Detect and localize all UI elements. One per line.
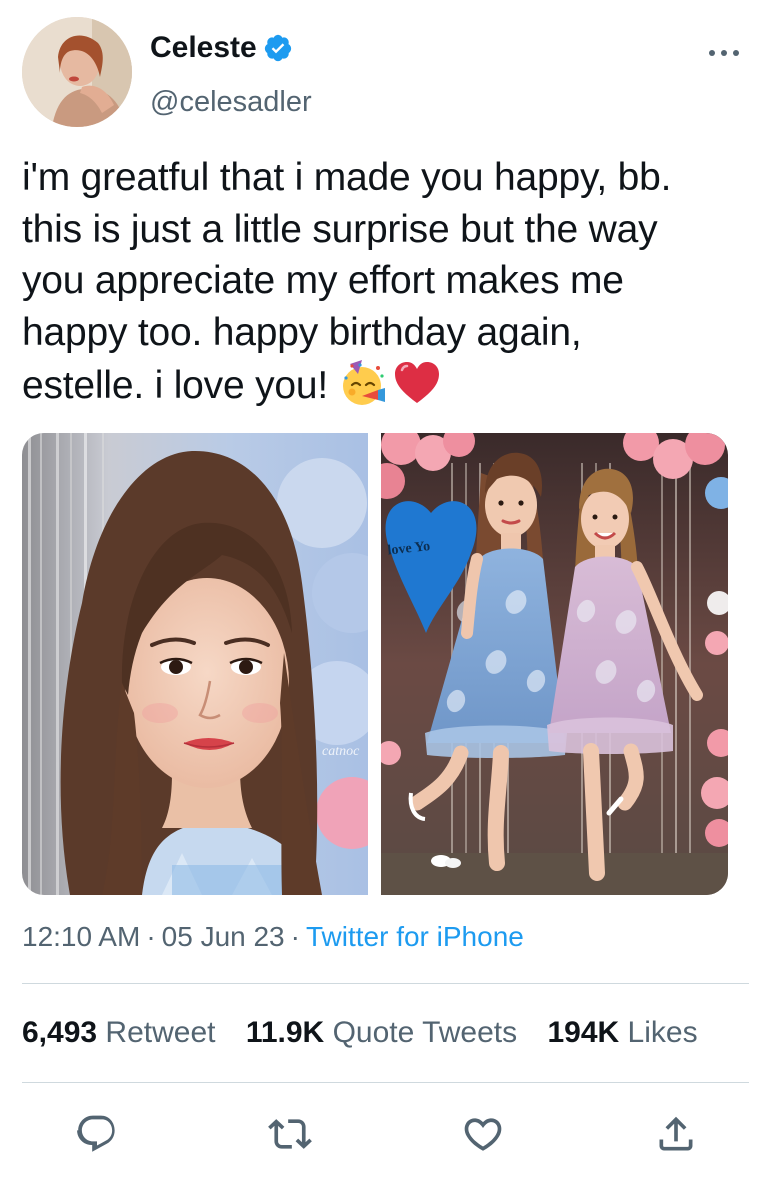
red-heart-emoji-icon [392, 358, 442, 408]
retweets-label: Retweet [105, 1016, 216, 1049]
tweet: Celeste @celesadler i'm greatful that i … [0, 0, 771, 1200]
emoji-row [338, 358, 442, 408]
tweet-source-link[interactable]: Twitter for iPhone [306, 921, 524, 952]
meta-separator: · [146, 921, 156, 952]
verified-badge-icon [263, 33, 293, 63]
retweets-stat[interactable]: 6,493 Retweet [22, 1016, 215, 1049]
reply-icon[interactable] [75, 1112, 119, 1156]
more-options-icon[interactable] [702, 38, 746, 68]
tweet-time[interactable]: 12:10 AM [22, 921, 140, 952]
watermark: catnoc [322, 744, 360, 759]
avatar[interactable] [22, 17, 132, 127]
divider [22, 983, 749, 984]
meta-separator: · [290, 921, 300, 952]
avatar-image [22, 17, 132, 127]
tweet-text-line: this is just a little surprise but the w… [22, 207, 658, 251]
likes-stat[interactable]: 194K Likes [547, 1016, 697, 1049]
tweet-stats: 6,493 Retweet 11.9K Quote Tweets 194K Li… [22, 1013, 720, 1053]
quotes-count: 11.9K [245, 1016, 325, 1049]
tweet-text-line: happy too. happy birthday again, [22, 310, 582, 354]
author-name-row[interactable]: Celeste [150, 28, 293, 68]
tweet-text: i'm greatful that i made you happy, bb. … [22, 152, 762, 412]
tweet-text-line-last: estelle. i love you! [22, 358, 762, 412]
retweet-icon[interactable] [268, 1112, 312, 1156]
likes-count: 194K [547, 1016, 620, 1049]
tweet-text-line: you appreciate my effort makes me [22, 259, 624, 302]
display-name[interactable]: Celeste [150, 28, 257, 68]
quotes-stat[interactable]: 11.9K Quote Tweets [246, 1016, 517, 1049]
like-icon[interactable] [461, 1112, 505, 1156]
handle[interactable]: @celesadler [150, 82, 312, 122]
share-icon[interactable] [654, 1112, 698, 1156]
tweet-meta: 12:10 AM · 05 Jun 23 · Twitter for iPhone [22, 917, 524, 957]
tweet-date[interactable]: 05 Jun 23 [162, 921, 285, 952]
tweet-text-line-last-text: estelle. i love you! [22, 364, 329, 407]
partying-face-emoji-icon [338, 358, 388, 408]
tweet-photo-left[interactable]: catnoc [22, 433, 368, 895]
quotes-label: Quote Tweets [332, 1016, 518, 1049]
likes-label: Likes [627, 1016, 698, 1049]
tweet-text-line: i'm greatful that i made you happy, bb. [22, 156, 672, 199]
retweets-count: 6,493 [22, 1016, 98, 1049]
tweet-photo-right[interactable]: love Yo [381, 433, 728, 895]
divider [22, 1082, 749, 1083]
